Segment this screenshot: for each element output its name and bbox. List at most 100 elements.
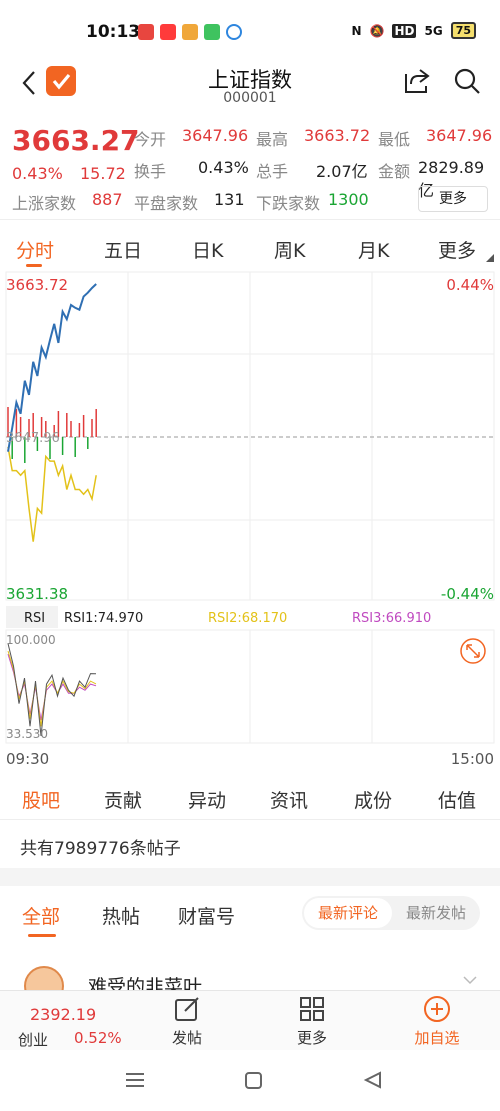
open-label: 今开 [134, 130, 167, 149]
tab-more[interactable]: 更多 [438, 236, 476, 263]
post-button-label: 发帖 [171, 1029, 202, 1047]
low-label: 最低 [378, 130, 411, 149]
current-price: 3663.27 [12, 124, 140, 157]
tab-intraday[interactable]: 分时 [16, 236, 54, 263]
chart-top-pct: 0.44% [446, 276, 494, 294]
posts-count: 共有7989776条帖子 [20, 839, 181, 859]
up-count-label: 上涨家数 [12, 194, 77, 213]
expand-chart-icon[interactable] [460, 638, 486, 664]
sort-latest-post[interactable]: 最新发帖 [394, 898, 478, 928]
plus-circle-icon [424, 996, 450, 1022]
rsi-bottom-value: 33.530 [6, 727, 48, 741]
chevron-down-icon[interactable] [462, 972, 478, 988]
rsi1-value: RSI1:74.970 [64, 611, 143, 626]
more-button-label: 更多 [296, 1029, 327, 1047]
more-button[interactable]: 更多 [277, 995, 347, 1048]
chart-mid-value: 3647.96 [6, 431, 60, 446]
section-divider [0, 868, 500, 886]
app-notification-icon [138, 24, 154, 40]
edit-icon [175, 997, 199, 1021]
notification-icons [138, 24, 242, 40]
tab-weekly-k[interactable]: 周K [274, 236, 305, 263]
add-watchlist-button[interactable]: 加自选 [402, 995, 472, 1048]
chart-bottom-value: 3631.38 [6, 585, 68, 603]
tab-wealth[interactable]: 财富号 [178, 902, 235, 929]
change-amount: 15.72 [80, 164, 126, 183]
open-value: 3647.96 [182, 126, 249, 145]
sort-latest-comment[interactable]: 最新评论 [304, 898, 392, 928]
nfc-icon: N [351, 23, 362, 38]
tab-contribution[interactable]: 贡献 [104, 786, 142, 813]
tab-news[interactable]: 资讯 [270, 786, 308, 813]
tab-valuation[interactable]: 估值 [438, 786, 476, 813]
flat-count-label: 平盘家数 [134, 194, 199, 213]
turnover-value: 0.43% [198, 158, 249, 177]
up-count: 887 [92, 190, 123, 209]
index-name[interactable]: 创业 [18, 1029, 48, 1050]
post-button[interactable]: 发帖 [152, 995, 222, 1048]
rsi-label[interactable]: RSI [24, 611, 45, 626]
change-percent: 0.43% [12, 164, 63, 183]
back-icon[interactable] [363, 1071, 381, 1089]
high-value: 3663.72 [304, 126, 371, 145]
top-nav: 上证指数 000001 [0, 64, 500, 112]
high-label: 最高 [256, 130, 289, 149]
chart-grid [5, 271, 495, 744]
post-item[interactable]: 难受的韭菜叶 [0, 962, 500, 1006]
chat-app-icon [204, 24, 220, 40]
signal-icon: 5G [424, 23, 443, 38]
index-value[interactable]: 2392.19 [30, 1005, 96, 1024]
quote-panel: 3663.27 0.43% 15.72 今开 3647.96 最高 3663.7… [0, 112, 500, 220]
tab-movement[interactable]: 异动 [188, 786, 226, 813]
volume-value: 2.07亿 [316, 162, 368, 181]
tab-all[interactable]: 全部 [22, 902, 60, 929]
active-tab-indicator [26, 264, 42, 267]
tab-more-corner-icon [486, 254, 494, 262]
down-count-label: 下跌家数 [256, 194, 321, 213]
rsi-top-value: 100.000 [6, 633, 56, 647]
time-end: 15:00 [451, 750, 494, 768]
tab-five-day[interactable]: 五日 [104, 236, 142, 263]
tab-forum[interactable]: 股吧 [22, 786, 60, 813]
share-icon[interactable] [402, 66, 432, 96]
post-filter-tabs: 全部 热帖 财富号 最新评论 最新发帖 [0, 888, 500, 944]
chart-bottom-pct: -0.44% [441, 585, 494, 603]
grid-icon [300, 997, 324, 1021]
rsi3-value: RSI3:66.910 [352, 611, 431, 626]
time-start: 09:30 [6, 750, 49, 768]
system-nav-bar [0, 1052, 500, 1111]
video-app-icon [160, 24, 176, 40]
tab-daily-k[interactable]: 日K [192, 236, 223, 263]
chart-top-value: 3663.72 [6, 276, 68, 294]
add-watchlist-label: 加自选 [414, 1029, 460, 1047]
more-quote-button[interactable]: 更多 [418, 186, 488, 212]
browser-app-icon [226, 24, 242, 40]
tab-hot[interactable]: 热帖 [102, 902, 140, 929]
status-bar: 10:13 N 🔕 HD 5G 75 [0, 0, 500, 64]
low-value: 3647.96 [426, 126, 493, 145]
menu-icon[interactable] [126, 1073, 144, 1087]
tab-monthly-k[interactable]: 月K [358, 236, 389, 263]
rsi2-value: RSI2:68.170 [208, 611, 287, 626]
hd-icon: HD [392, 23, 417, 38]
bottom-bar: 2392.19 创业 0.52% 发帖 更多 加自选 [0, 990, 500, 1050]
rsi1-line [7, 643, 97, 737]
period-tabs: 分时 五日 日K 周K 月K 更多 [0, 226, 500, 270]
status-time: 10:13 [86, 22, 141, 42]
mute-icon: 🔕 [369, 23, 385, 38]
system-status: N 🔕 HD 5G 75 [351, 22, 476, 39]
sort-toggle: 最新评论 最新发帖 [302, 896, 480, 930]
search-icon[interactable] [452, 66, 482, 96]
tab-components[interactable]: 成份 [354, 786, 392, 813]
home-icon[interactable] [245, 1072, 262, 1089]
wallet-app-icon [182, 24, 198, 40]
turnover-label: 换手 [134, 162, 167, 181]
amount-label: 金额 [378, 162, 411, 181]
flat-count: 131 [214, 190, 245, 209]
volume-label: 总手 [256, 162, 289, 181]
intraday-chart[interactable]: 3663.72 0.44% 3647.96 3631.38 -0.44% RSI… [0, 270, 500, 770]
info-tabs: 股吧 贡献 异动 资讯 成份 估值 [0, 774, 500, 820]
battery-icon: 75 [450, 22, 476, 39]
filter-tab-indicator [28, 934, 56, 937]
down-count: 1300 [328, 190, 369, 209]
